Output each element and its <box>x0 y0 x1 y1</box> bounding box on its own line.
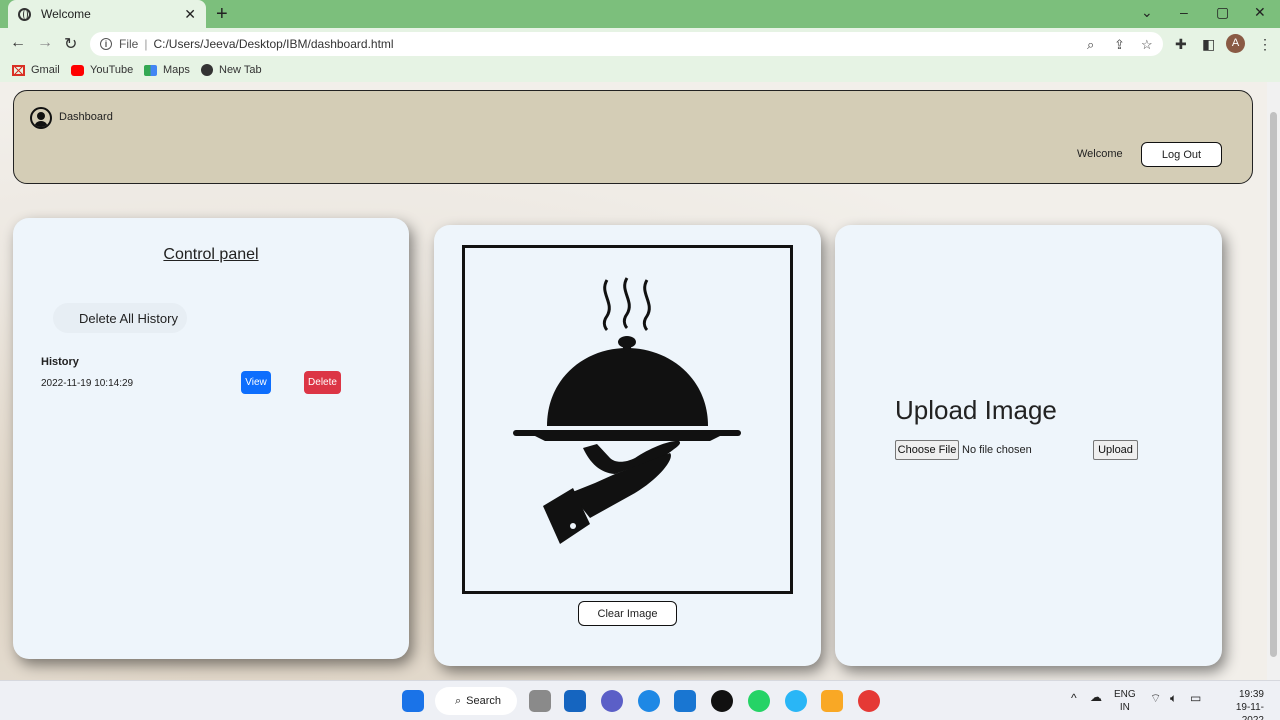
bookmark-maps[interactable]: Maps <box>144 64 190 76</box>
address-bar[interactable]: i File | C:/Users/Jeeva/Desktop/IBM/dash… <box>90 32 1163 56</box>
upload-card: Upload Image Choose File No file chosen … <box>835 225 1222 666</box>
dashboard-label: Dashboard <box>59 111 113 123</box>
task-view-icon[interactable] <box>529 690 551 712</box>
lang-line1: ENG <box>1114 689 1136 700</box>
gmail-icon <box>12 64 25 76</box>
image-preview-frame <box>462 245 793 594</box>
taskbar: ⌕ Search ^ ☁ ENG IN ⌔ 🔈︎ ▭ 19:39 19-11-2… <box>0 680 1280 720</box>
history-row: 2022-11-19 10:14:29 View Delete <box>41 370 381 396</box>
whatsapp-icon[interactable] <box>748 690 770 712</box>
taskbar-search-label: Search <box>466 695 502 707</box>
tab-strip: Welcome ✕ + ⌄ – ▢ ✕ <box>0 0 1280 28</box>
teams-chat-icon[interactable] <box>601 690 623 712</box>
browser-tab[interactable]: Welcome ✕ <box>8 0 206 28</box>
zoom-icon[interactable]: ⌕ <box>1087 37 1094 53</box>
page-header: Dashboard Welcome Log Out <box>13 90 1253 184</box>
globe-icon <box>201 64 213 76</box>
delete-button[interactable]: Delete <box>304 371 341 394</box>
upload-button[interactable]: Upload <box>1093 440 1138 460</box>
bookmark-label: Maps <box>163 64 190 76</box>
file-status-text: No file chosen <box>962 444 1032 456</box>
youtube-icon <box>71 64 84 76</box>
control-panel-title: Control panel <box>163 246 259 263</box>
chrome-icon[interactable] <box>858 690 880 712</box>
welcome-text: Welcome <box>1077 148 1123 160</box>
control-panel-card: Control panel Delete All History History… <box>13 218 409 659</box>
share-icon[interactable]: ⇪ <box>1114 37 1125 53</box>
url-protocol: File <box>119 37 139 51</box>
maximize-icon[interactable]: ▢ <box>1216 4 1229 21</box>
edge-icon[interactable] <box>638 690 660 712</box>
store-icon[interactable] <box>674 690 696 712</box>
delete-all-history-button[interactable]: Delete All History <box>53 303 187 333</box>
page-viewport: Dashboard Welcome Log Out Control panel … <box>0 82 1267 680</box>
history-title: History <box>41 356 79 368</box>
close-window-icon[interactable]: ✕ <box>1254 4 1266 21</box>
bookmark-label: Gmail <box>31 64 60 76</box>
clock-date: 19-11-2022 <box>1235 702 1264 720</box>
windows-start-icon[interactable] <box>402 690 424 712</box>
back-icon[interactable]: ← <box>10 34 26 52</box>
volume-icon[interactable]: 🔈︎ <box>1170 692 1177 705</box>
search-icon: ⌕ <box>455 694 462 707</box>
info-icon[interactable]: i <box>100 38 112 50</box>
url-text: C:/Users/Jeeva/Desktop/IBM/dashboard.htm… <box>153 37 394 51</box>
forward-icon[interactable]: → <box>37 34 53 52</box>
bookmark-gmail[interactable]: Gmail <box>12 64 60 76</box>
clock[interactable]: 19:39 19-11-2022 <box>1214 688 1264 720</box>
language-indicator[interactable]: ENG IN <box>1114 688 1136 714</box>
battery-icon[interactable]: ▭ <box>1190 692 1201 705</box>
view-button[interactable]: View <box>241 371 271 394</box>
taskbar-search[interactable]: ⌕ Search <box>435 687 517 715</box>
bookmark-new-tab[interactable]: New Tab <box>201 64 262 76</box>
side-panel-icon[interactable]: ◧ <box>1202 36 1215 53</box>
browser-toolbar: ← → ↻ i File | C:/Users/Jeeva/Desktop/IB… <box>0 28 1280 60</box>
widgets-icon[interactable] <box>564 690 586 712</box>
bookmark-star-icon[interactable]: ☆ <box>1141 37 1153 53</box>
wifi-icon[interactable]: ⌔ <box>1150 692 1161 705</box>
url-separator: | <box>144 37 148 51</box>
food-cloche-image <box>513 277 741 544</box>
extensions-icon[interactable]: ✚ <box>1175 36 1187 53</box>
maps-icon <box>144 64 157 76</box>
tab-search-chevron-icon[interactable]: ⌄ <box>1141 4 1153 21</box>
scrollbar-thumb[interactable] <box>1270 112 1277 657</box>
logout-button[interactable]: Log Out <box>1141 142 1222 167</box>
menu-icon[interactable]: ⋮ <box>1258 36 1272 53</box>
page-scrollbar[interactable] <box>1267 82 1280 680</box>
bookmark-label: New Tab <box>219 64 262 76</box>
profile-avatar[interactable]: A <box>1226 34 1245 53</box>
bookmark-label: YouTube <box>90 64 134 76</box>
choose-file-button[interactable]: Choose File <box>895 440 959 460</box>
upload-title: Upload Image <box>895 395 1057 425</box>
minimize-icon[interactable]: – <box>1180 4 1188 20</box>
history-timestamp: 2022-11-19 10:14:29 <box>41 378 134 389</box>
bookmark-youtube[interactable]: YouTube <box>71 64 133 76</box>
reload-icon[interactable]: ↻ <box>64 34 77 54</box>
close-tab-icon[interactable]: ✕ <box>184 6 196 23</box>
file-explorer-icon[interactable] <box>821 690 843 712</box>
user-icon <box>30 107 52 129</box>
lang-line2: IN <box>1119 702 1130 713</box>
help-icon[interactable] <box>785 690 807 712</box>
onedrive-icon[interactable]: ☁ <box>1090 691 1102 704</box>
clear-image-button[interactable]: Clear Image <box>578 601 677 626</box>
app-icon[interactable] <box>711 690 733 712</box>
image-preview-card: Clear Image <box>434 225 821 666</box>
new-tab-icon[interactable]: + <box>216 3 228 26</box>
tray-chevron-icon[interactable]: ^ <box>1071 692 1077 705</box>
tab-title: Welcome <box>41 7 91 21</box>
bookmarks-bar: Gmail YouTube Maps New Tab <box>0 60 1280 82</box>
globe-icon <box>18 7 31 21</box>
clock-time: 19:39 <box>1238 689 1264 700</box>
